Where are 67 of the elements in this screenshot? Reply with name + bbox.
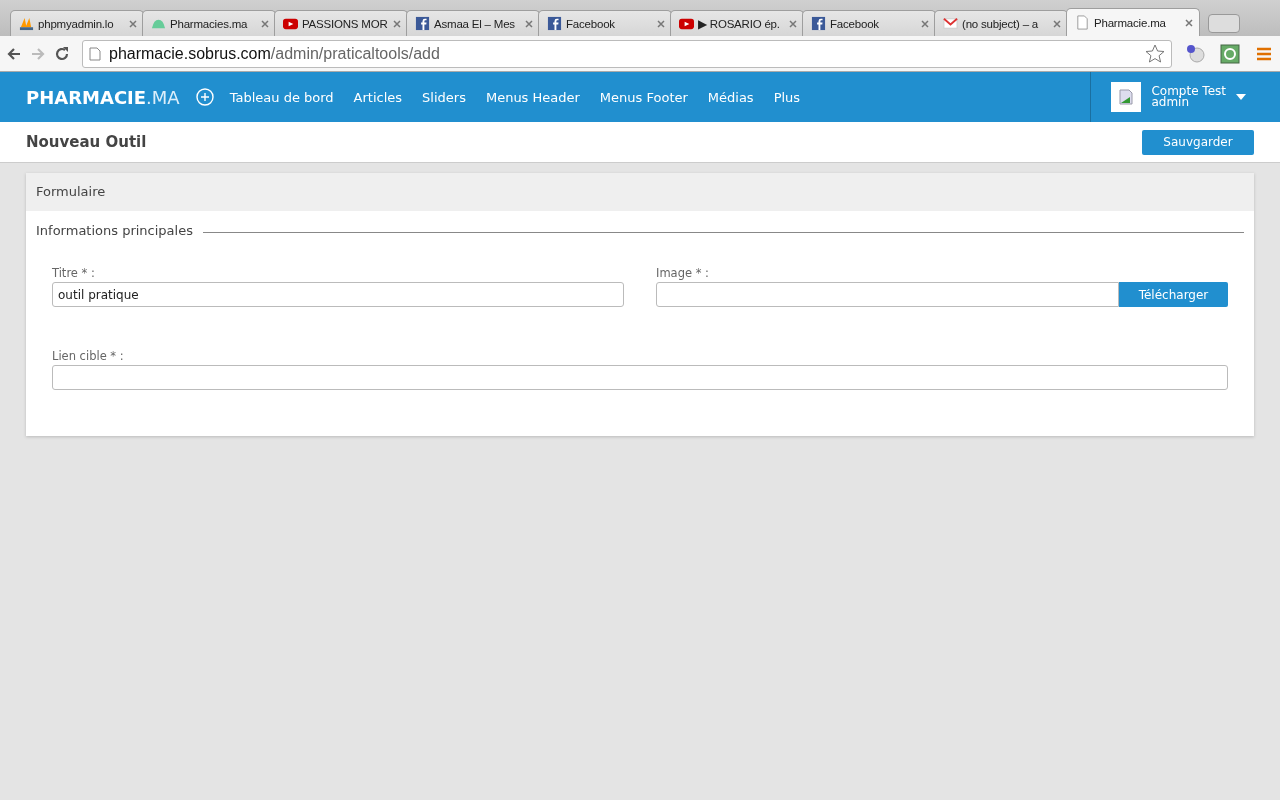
browser-tab[interactable]: Pharmacies.ma [142, 10, 276, 36]
browser-tab[interactable]: Facebook [802, 10, 936, 36]
page-title: Nouveau Outil [26, 133, 147, 151]
star-icon[interactable] [1145, 43, 1165, 64]
nav-link[interactable]: Médias [707, 89, 754, 105]
extension-icon[interactable] [1186, 43, 1206, 64]
close-icon[interactable] [129, 19, 137, 28]
tab-title[interactable]: phpmyadmin.lo [38, 17, 125, 30]
new-tab-button[interactable] [1208, 14, 1240, 33]
nav-link[interactable]: Tableau de bord [229, 89, 334, 105]
card-header: Formulaire [26, 173, 1254, 211]
section-title: Informations principales [36, 223, 193, 238]
tab-title[interactable]: (no subject) – a [962, 17, 1049, 30]
nav-link[interactable]: Menus Header [485, 89, 580, 105]
close-icon[interactable] [789, 19, 797, 28]
user-role: admin [1151, 97, 1190, 108]
nav-link[interactable]: Plus [773, 89, 801, 105]
reload-icon[interactable] [54, 45, 70, 62]
facebook-icon [547, 16, 562, 31]
close-icon[interactable] [657, 19, 665, 28]
page-icon [1075, 15, 1090, 30]
user-name[interactable]: Compte Test [1151, 86, 1226, 97]
close-icon[interactable] [261, 19, 269, 28]
logo[interactable]: PHARMACIE.MA [26, 86, 180, 108]
browser-tab[interactable]: Facebook [538, 10, 672, 36]
field-label: Lien cible * : [52, 349, 125, 363]
close-icon[interactable] [1053, 19, 1061, 28]
nav-link[interactable]: Menus Footer [599, 89, 688, 105]
close-icon[interactable] [393, 19, 401, 28]
back-icon[interactable] [6, 45, 22, 62]
browser-tab[interactable]: phpmyadmin.lo [10, 10, 144, 36]
browser-tab[interactable]: PASSIONS MOR [274, 10, 408, 36]
field-label: Titre * : [52, 266, 96, 280]
close-icon[interactable] [1185, 18, 1193, 27]
tab-title[interactable]: PASSIONS MOR [302, 17, 389, 30]
facebook-icon [811, 16, 826, 31]
nav-link[interactable]: Articles [353, 89, 403, 105]
browser-tab[interactable]: Pharmacie.ma [1066, 8, 1200, 36]
close-icon[interactable] [525, 19, 533, 28]
tab-title[interactable]: Facebook [566, 17, 653, 30]
extension-icon[interactable] [1220, 43, 1240, 64]
tab-title[interactable]: Facebook [830, 17, 917, 30]
tab-title[interactable]: ▶ ROSARIO ép. [698, 16, 785, 31]
avatar-icon [1111, 82, 1142, 112]
field-label: Image * : [656, 266, 710, 280]
play-icon [283, 16, 298, 31]
page-icon [89, 46, 101, 61]
facebook-icon [415, 16, 430, 31]
forward-icon[interactable] [30, 45, 46, 62]
caret-icon[interactable] [1236, 94, 1246, 100]
play-icon [679, 16, 694, 31]
input-field[interactable] [52, 365, 1228, 390]
upload-button[interactable]: Télécharger [1119, 282, 1228, 307]
browser-tab[interactable]: Asmaa El – Mes [406, 10, 540, 36]
save-button[interactable]: Sauvgarder [1142, 129, 1254, 155]
input-field[interactable]: outil pratique [52, 282, 624, 307]
add-icon[interactable] [195, 88, 214, 106]
address-bar[interactable]: pharmacie.sobrus.com/admin/praticaltools/add [82, 39, 1172, 68]
mail-icon [943, 16, 958, 31]
tab-title[interactable]: Pharmacie.ma [1094, 16, 1181, 29]
tab-title[interactable]: Asmaa El – Mes [434, 17, 521, 30]
tab-title[interactable]: Pharmacies.ma [170, 17, 257, 30]
input-field[interactable] [656, 282, 1119, 307]
nav-link[interactable]: Sliders [422, 89, 466, 105]
browser-tab[interactable]: (no subject) – a [934, 10, 1068, 36]
close-icon[interactable] [921, 19, 929, 28]
browser-tab[interactable]: ▶ ROSARIO ép. [670, 10, 804, 36]
